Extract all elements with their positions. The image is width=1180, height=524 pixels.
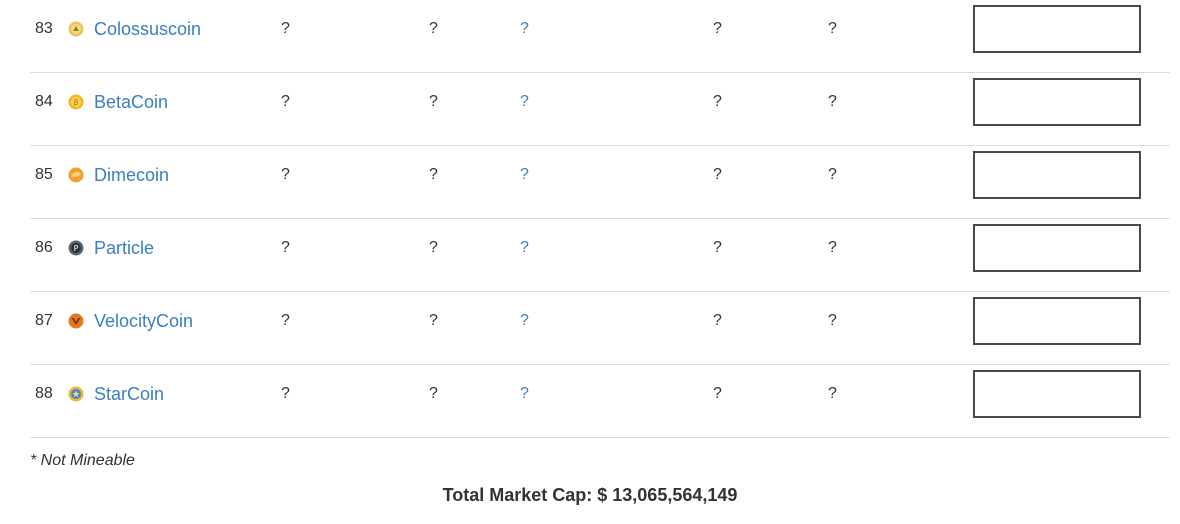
price-graph-placeholder xyxy=(973,224,1141,272)
price-graph-placeholder xyxy=(973,297,1141,345)
rank-cell: 87 xyxy=(35,312,53,329)
svg-text:P: P xyxy=(74,244,79,253)
supply-link[interactable]: ? xyxy=(520,73,529,131)
table-row: 85 Dimecoin ? ? ? ? ? xyxy=(30,146,1170,219)
change-cell: ? xyxy=(828,93,837,110)
particle-icon: P xyxy=(68,240,84,256)
total-market-cap: Total Market Cap: $ 13,065,564,149 xyxy=(442,485,738,505)
market-cap-cell: ? xyxy=(281,20,290,37)
not-mineable-footnote: * Not Mineable xyxy=(30,452,135,469)
colossuscoin-icon xyxy=(68,21,84,37)
rank-cell: 83 xyxy=(35,20,53,37)
price-graph-placeholder xyxy=(973,151,1141,199)
rank-cell: 88 xyxy=(35,385,53,402)
price-cell: ? xyxy=(429,20,438,37)
price-graph-placeholder xyxy=(973,78,1141,126)
price-cell: ? xyxy=(429,385,438,402)
price-cell: ? xyxy=(429,166,438,183)
supply-link[interactable]: ? xyxy=(520,0,529,58)
volume-cell: ? xyxy=(713,239,722,256)
supply-link[interactable]: ? xyxy=(520,292,529,350)
table-row: 83 Colossuscoin ? ? ? ? ? xyxy=(30,0,1170,73)
change-cell: ? xyxy=(828,166,837,183)
price-cell: ? xyxy=(429,312,438,329)
svg-text:β: β xyxy=(73,98,78,107)
coin-name-link[interactable]: StarCoin xyxy=(94,365,164,423)
price-cell: ? xyxy=(429,239,438,256)
volume-cell: ? xyxy=(713,93,722,110)
supply-link[interactable]: ? xyxy=(520,146,529,204)
volume-cell: ? xyxy=(713,20,722,37)
coin-name-link[interactable]: BetaCoin xyxy=(94,73,168,131)
price-cell: ? xyxy=(429,93,438,110)
price-graph-placeholder xyxy=(973,370,1141,418)
coin-name-link[interactable]: VelocityCoin xyxy=(94,292,193,350)
volume-cell: ? xyxy=(713,312,722,329)
rank-cell: 85 xyxy=(35,166,53,183)
table-row: 87 VelocityCoin ? ? ? ? ? xyxy=(30,292,1170,365)
table-row: 84 β BetaCoin ? ? ? ? ? xyxy=(30,73,1170,146)
coin-table: 83 Colossuscoin ? ? ? ? ? 84 β BetaCoin … xyxy=(30,0,1170,438)
volume-cell: ? xyxy=(713,166,722,183)
change-cell: ? xyxy=(828,385,837,402)
supply-link[interactable]: ? xyxy=(520,365,529,423)
change-cell: ? xyxy=(828,312,837,329)
market-cap-cell: ? xyxy=(281,312,290,329)
starcoin-icon xyxy=(68,386,84,402)
market-cap-cell: ? xyxy=(281,166,290,183)
table-row: 86 P Particle ? ? ? ? ? xyxy=(30,219,1170,292)
coin-name-link[interactable]: Dimecoin xyxy=(94,146,169,204)
supply-link[interactable]: ? xyxy=(520,219,529,277)
coin-name-link[interactable]: Colossuscoin xyxy=(94,0,201,58)
price-graph-placeholder xyxy=(973,5,1141,53)
market-cap-cell: ? xyxy=(281,93,290,110)
dimecoin-icon xyxy=(68,167,84,183)
volume-cell: ? xyxy=(713,385,722,402)
change-cell: ? xyxy=(828,239,837,256)
market-cap-cell: ? xyxy=(281,385,290,402)
betacoin-icon: β xyxy=(68,94,84,110)
table-row: 88 StarCoin ? ? ? ? ? xyxy=(30,365,1170,438)
rank-cell: 84 xyxy=(35,93,53,110)
market-cap-cell: ? xyxy=(281,239,290,256)
rank-cell: 86 xyxy=(35,239,53,256)
velocitycoin-icon xyxy=(68,313,84,329)
coin-name-link[interactable]: Particle xyxy=(94,219,154,277)
change-cell: ? xyxy=(828,20,837,37)
